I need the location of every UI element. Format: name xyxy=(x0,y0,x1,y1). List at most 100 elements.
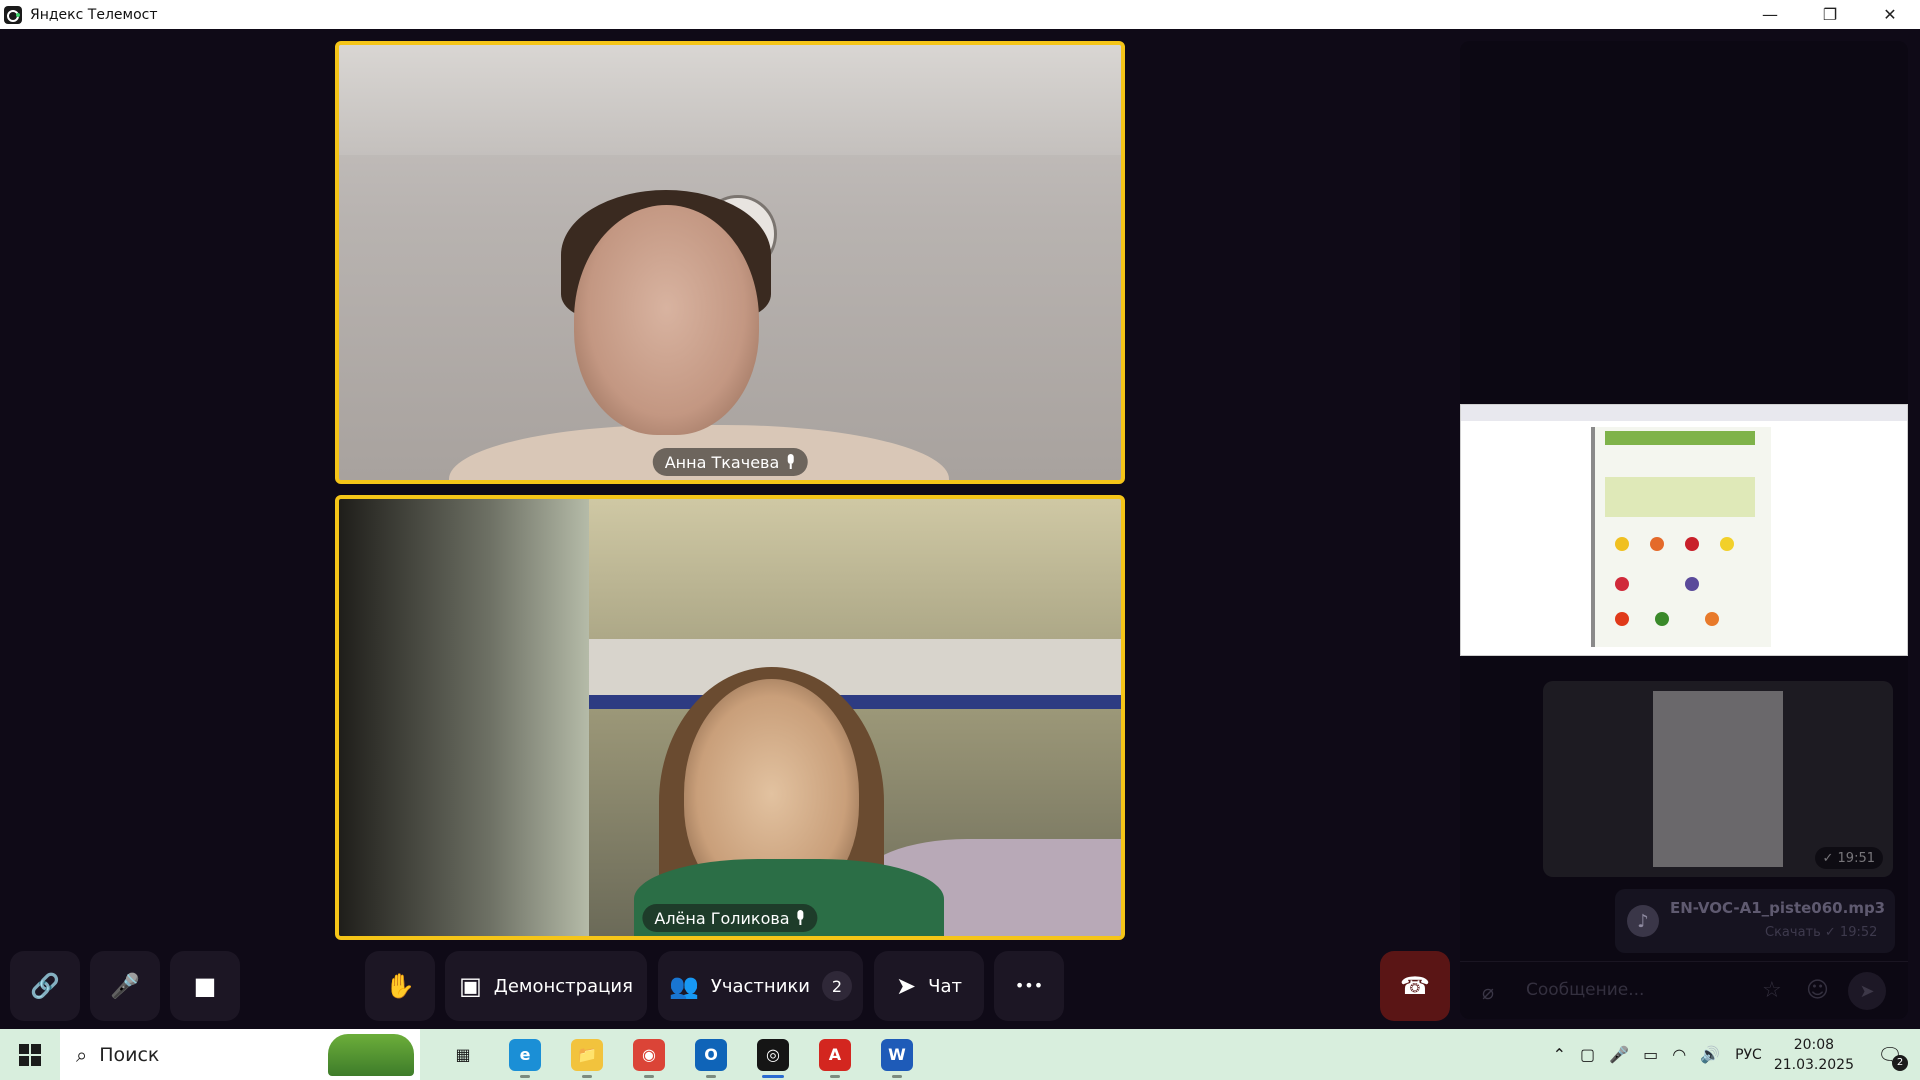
taskbar-app-acrobat[interactable]: A xyxy=(804,1029,866,1080)
outlook-icon: O xyxy=(695,1038,727,1071)
notification-center[interactable]: 🗨 2 xyxy=(1872,1037,1908,1073)
taskbar-app-word[interactable]: W xyxy=(866,1029,928,1080)
document-heading xyxy=(1605,431,1755,445)
word-icon: W xyxy=(881,1038,913,1071)
keyboard-language[interactable]: РУС xyxy=(1735,1047,1762,1063)
document-table xyxy=(1605,477,1755,517)
title-bar: Яндекс Телемост — ❐ ✕ xyxy=(0,0,1920,29)
taskbar-app-telemost[interactable]: ◎ xyxy=(742,1029,804,1080)
restore-button[interactable]: ❐ xyxy=(1800,0,1860,29)
file-name: EN-VOC-A1_piste060.mp3 xyxy=(1670,899,1886,917)
taskbar-search[interactable]: ⌕ Поиск xyxy=(60,1029,420,1080)
volume-icon[interactable]: 🔊 xyxy=(1700,1045,1720,1064)
more-options-button[interactable]: ••• xyxy=(994,951,1064,1021)
participants-icon: 👥 xyxy=(669,972,699,1000)
taskbar-app-chrome[interactable]: ◉ xyxy=(618,1029,680,1080)
participant-tile-2[interactable]: Алёна Голикова xyxy=(335,495,1125,940)
participants-button[interactable]: 👥 Участники 2 xyxy=(658,951,863,1021)
notification-count: 2 xyxy=(1892,1054,1908,1071)
video-background xyxy=(339,45,1121,155)
paperclip-icon[interactable]: ⌀ xyxy=(1482,980,1494,1004)
taskbar-app-edge[interactable]: e xyxy=(494,1029,556,1080)
raise-hand-button[interactable]: ✋ xyxy=(365,951,435,1021)
window-controls: — ❐ ✕ xyxy=(1740,0,1920,29)
end-call-button[interactable]: ☎ xyxy=(1380,951,1450,1021)
chat-image-thumbnail xyxy=(1653,691,1783,867)
demonstration-button[interactable]: ▣ Демонстрация xyxy=(445,951,647,1021)
send-arrow-icon: ➤ xyxy=(896,972,917,1000)
participant-name-tag: Анна Ткачева xyxy=(652,448,808,476)
acrobat-icon: A xyxy=(819,1038,851,1071)
clock-time: 20:08 xyxy=(1793,1036,1835,1053)
taskbar-apps: ▦ e 📁 ◉ O ◎ A W xyxy=(432,1029,928,1080)
search-placeholder: Поиск xyxy=(99,1043,160,1066)
search-highlight-image xyxy=(328,1034,414,1076)
screen-share-icon: ▣ xyxy=(459,972,482,1000)
participant-name: Алёна Голикова xyxy=(654,908,790,928)
chat-image-message[interactable]: ✓ 19:51 xyxy=(1543,681,1893,877)
more-icon: ••• xyxy=(1014,976,1044,995)
camera-icon: ■ xyxy=(193,972,217,1000)
chrome-icon: ◉ xyxy=(633,1038,665,1071)
microphone-icon: 🎤 xyxy=(110,972,140,1000)
minimize-button[interactable]: — xyxy=(1740,0,1800,29)
send-button[interactable]: ➤ xyxy=(1848,972,1886,1010)
copy-link-button[interactable]: 🔗 xyxy=(10,951,80,1021)
screen-share-toolbar xyxy=(1461,405,1907,421)
video-window xyxy=(339,499,589,936)
participant-name: Анна Ткачева xyxy=(664,452,780,472)
show-hidden-icons[interactable]: ⌃ xyxy=(1553,1045,1566,1064)
taskbar-app-task-view[interactable]: ▦ xyxy=(432,1029,494,1080)
explorer-icon: 📁 xyxy=(571,1038,603,1071)
camera-button[interactable]: ■ xyxy=(170,951,240,1021)
fruit-image xyxy=(1685,537,1699,551)
wifi-icon[interactable]: ◠ xyxy=(1672,1045,1686,1064)
fruit-image xyxy=(1685,577,1699,591)
telemost-app-icon xyxy=(4,5,22,24)
taskbar-app-explorer[interactable]: 📁 xyxy=(556,1029,618,1080)
hang-up-icon: ☎ xyxy=(1400,972,1430,1000)
screen-share-document xyxy=(1591,427,1771,647)
participant-name-tag: Алёна Голикова xyxy=(642,904,818,932)
chat-button[interactable]: ➤ Чат xyxy=(874,951,984,1021)
mic-on-icon xyxy=(796,910,806,926)
file-download-link[interactable]: Скачать ✓ 19:52 xyxy=(1765,925,1877,940)
meet-icon[interactable]: ▢ xyxy=(1580,1045,1595,1064)
edge-icon: e xyxy=(509,1038,541,1071)
music-note-icon: ♪ xyxy=(1627,905,1659,937)
battery-icon[interactable]: ▭ xyxy=(1643,1045,1658,1064)
microphone-button[interactable]: 🎤 xyxy=(90,951,160,1021)
hand-icon: ✋ xyxy=(385,972,415,1000)
window-title: Яндекс Телемост xyxy=(30,6,158,23)
video-face xyxy=(574,205,759,435)
taskbar-clock[interactable]: 20:08 21.03.2025 xyxy=(1774,1035,1854,1075)
message-input[interactable]: Сообщение... xyxy=(1526,980,1644,1000)
chat-input-bar: ⌀ Сообщение... ☆ ☺ ➤ xyxy=(1460,961,1908,1019)
telemost-icon: ◎ xyxy=(757,1038,789,1071)
fruit-image xyxy=(1650,537,1664,551)
participant-tile-1[interactable]: Анна Ткачева xyxy=(335,41,1125,484)
chat-file-message[interactable]: ♪ EN-VOC-A1_piste060.mp3 Скачать ✓ 19:52 xyxy=(1615,889,1895,953)
vegetable-image xyxy=(1615,612,1629,626)
clock-date: 21.03.2025 xyxy=(1773,1056,1854,1073)
video-bunk-bed xyxy=(589,639,1121,709)
microphone-tray-icon[interactable]: 🎤 xyxy=(1609,1045,1629,1064)
system-tray: ⌃ ▢ 🎤 ▭ ◠ 🔊 РУС 20:08 21.03.2025 🗨 2 xyxy=(1546,1029,1920,1080)
taskbar-app-outlook[interactable]: O xyxy=(680,1029,742,1080)
link-icon: 🔗 xyxy=(30,972,60,1000)
participants-count-badge: 2 xyxy=(821,971,852,1001)
message-time: ✓ 19:51 xyxy=(1814,847,1883,869)
start-button[interactable] xyxy=(0,1029,60,1080)
windows-taskbar: ⌕ Поиск ▦ e 📁 ◉ O ◎ A W ⌃ ▢ 🎤 ▭ ◠ 🔊 РУС 20:08 2… xyxy=(0,1029,1920,1080)
close-button[interactable]: ✕ xyxy=(1860,0,1920,29)
demonstration-label: Демонстрация xyxy=(493,975,633,997)
vegetable-image xyxy=(1655,612,1669,626)
windows-logo-icon xyxy=(19,1043,41,1066)
emoji-icon[interactable]: ☺ xyxy=(1806,978,1829,1003)
star-icon[interactable]: ☆ xyxy=(1762,978,1782,1003)
screen-share-preview[interactable] xyxy=(1460,404,1908,656)
task-view-icon: ▦ xyxy=(447,1038,479,1071)
fruit-image xyxy=(1720,537,1734,551)
fruit-image xyxy=(1615,537,1629,551)
mic-on-icon xyxy=(785,454,795,470)
